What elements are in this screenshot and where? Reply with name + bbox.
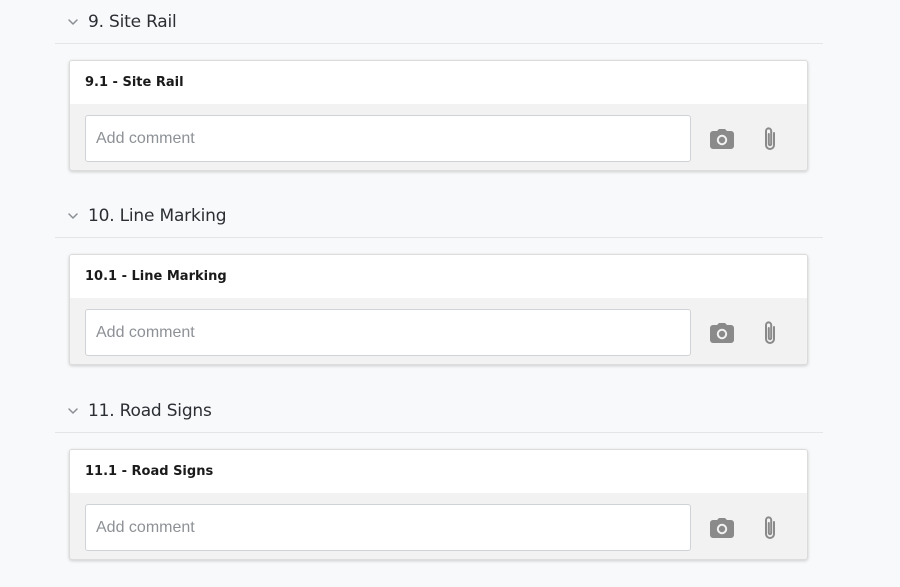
card-header: 9.1 - Site Rail bbox=[70, 61, 807, 104]
chevron-down-icon[interactable] bbox=[67, 210, 79, 222]
section-line-marking: 10. Line Marking 10.1 - Line Marking bbox=[55, 194, 823, 365]
checklist-item-card: 9.1 - Site Rail bbox=[69, 60, 808, 171]
chevron-down-icon[interactable] bbox=[67, 405, 79, 417]
card-header: 11.1 - Road Signs bbox=[70, 450, 807, 493]
section-header[interactable]: 9. Site Rail bbox=[55, 0, 823, 44]
paperclip-icon[interactable] bbox=[756, 514, 784, 542]
comment-input[interactable] bbox=[85, 309, 691, 356]
checklist-page: 9. Site Rail 9.1 - Site Rail 10. Line bbox=[0, 0, 900, 587]
paperclip-icon[interactable] bbox=[756, 125, 784, 153]
chevron-down-icon[interactable] bbox=[67, 16, 79, 28]
item-title: 10.1 - Line Marking bbox=[85, 269, 227, 284]
section-site-rail: 9. Site Rail 9.1 - Site Rail bbox=[55, 0, 823, 171]
section-road-signs: 11. Road Signs 11.1 - Road Signs bbox=[55, 389, 823, 560]
card-body bbox=[70, 298, 807, 364]
card-header: 10.1 - Line Marking bbox=[70, 255, 807, 298]
section-title: 11. Road Signs bbox=[88, 400, 212, 421]
section-title: 10. Line Marking bbox=[88, 205, 227, 226]
checklist-item-card: 10.1 - Line Marking bbox=[69, 254, 808, 365]
camera-icon[interactable] bbox=[708, 319, 736, 347]
section-title: 9. Site Rail bbox=[88, 11, 177, 32]
comment-input[interactable] bbox=[85, 504, 691, 551]
item-title: 11.1 - Road Signs bbox=[85, 464, 214, 479]
camera-icon[interactable] bbox=[708, 125, 736, 153]
comment-input[interactable] bbox=[85, 115, 691, 162]
section-header[interactable]: 11. Road Signs bbox=[55, 389, 823, 433]
paperclip-icon[interactable] bbox=[756, 319, 784, 347]
card-body bbox=[70, 493, 807, 559]
card-body bbox=[70, 104, 807, 170]
section-header[interactable]: 10. Line Marking bbox=[55, 194, 823, 238]
checklist-item-card: 11.1 - Road Signs bbox=[69, 449, 808, 560]
camera-icon[interactable] bbox=[708, 514, 736, 542]
item-title: 9.1 - Site Rail bbox=[85, 75, 184, 90]
